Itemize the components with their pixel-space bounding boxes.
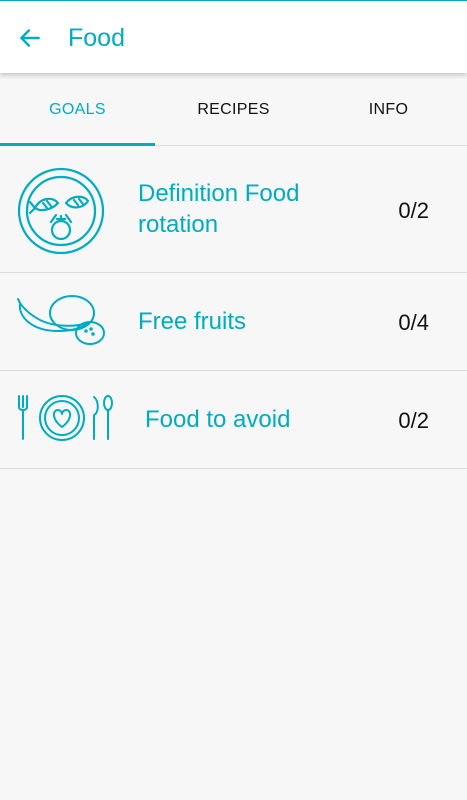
tab-goals[interactable]: GOALS — [0, 73, 155, 146]
arrow-left-icon — [20, 29, 40, 47]
tab-goals-label: GOALS — [49, 100, 106, 118]
tab-bar: GOALS RECIPES INFO — [0, 73, 467, 146]
fruits-icon — [17, 295, 105, 345]
page-title: Food — [68, 24, 125, 52]
list-item[interactable]: Food to avoid 0/2 — [0, 371, 467, 469]
back-button[interactable] — [14, 22, 46, 54]
top-accent-line — [0, 0, 467, 1]
goal-label: Definition Food rotation — [138, 180, 300, 238]
goal-label: Food to avoid — [145, 406, 291, 433]
goal-count: 0/2 — [398, 408, 429, 433]
cutlery-heart-icon — [18, 395, 113, 441]
goal-count: 0/4 — [398, 310, 429, 335]
list-item[interactable]: Definition Food rotation 0/2 — [0, 146, 467, 273]
plate-food-icon — [17, 167, 105, 255]
list-item[interactable]: Free fruits 0/4 — [0, 273, 467, 371]
app-bar: Food — [0, 0, 467, 73]
tab-info[interactable]: INFO — [311, 73, 466, 146]
goals-list: Definition Food rotation 0/2 Free fruits… — [0, 146, 467, 469]
tab-recipes-label: RECIPES — [197, 100, 270, 118]
goal-count: 0/2 — [398, 198, 429, 223]
tab-recipes[interactable]: RECIPES — [156, 73, 311, 146]
tab-info-label: INFO — [368, 100, 409, 118]
goal-label: Free fruits — [138, 308, 247, 335]
